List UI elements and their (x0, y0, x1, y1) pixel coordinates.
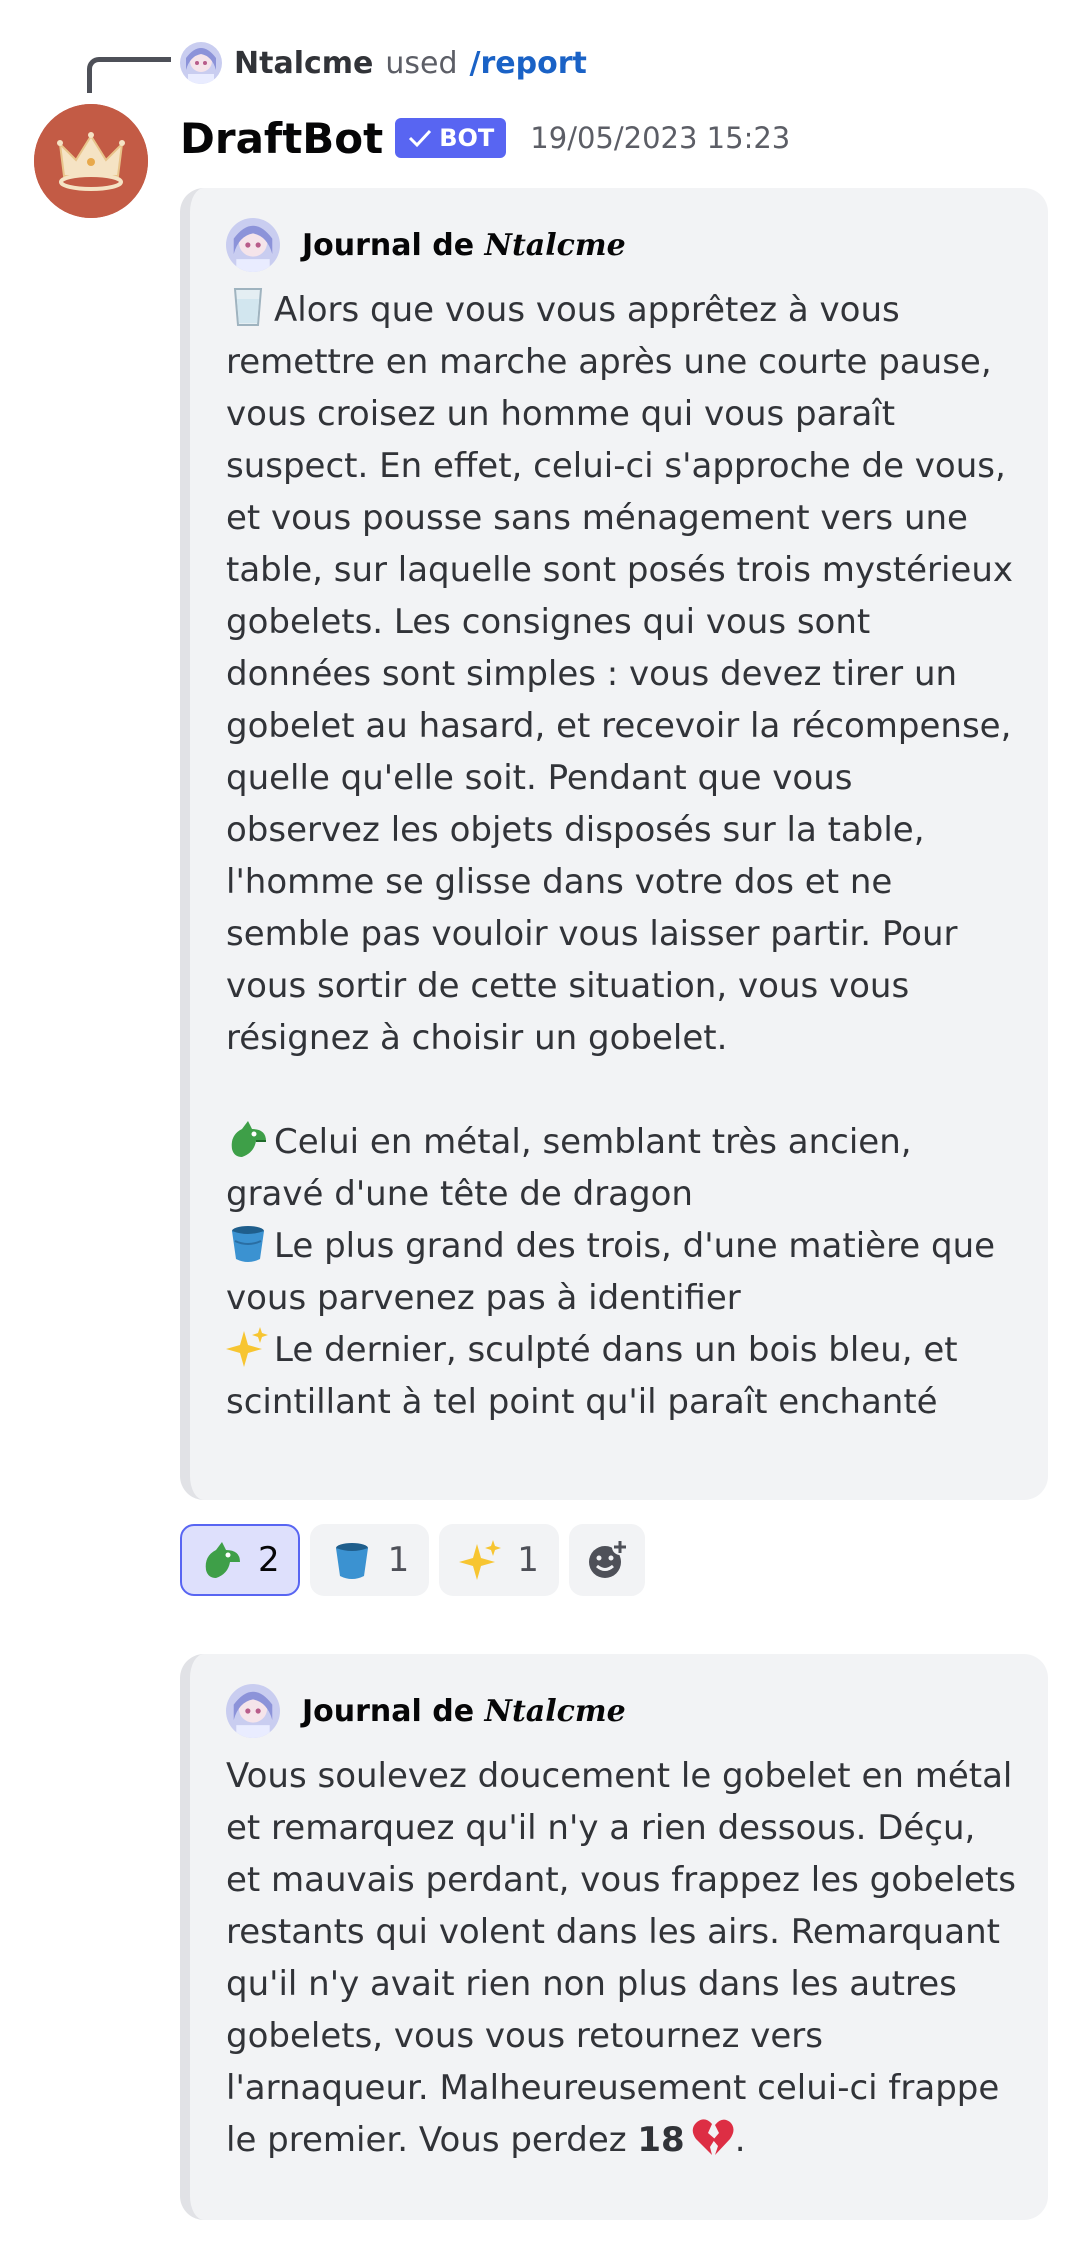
embed-author: Journal de Ntalcme (226, 1684, 1014, 1738)
reply-username[interactable]: Ntalcme (234, 46, 373, 81)
dragon-icon (205, 1542, 240, 1578)
message-header: DraftBot BOT 19/05/2023 15:23 (180, 108, 790, 168)
embed-author-avatar (226, 218, 280, 272)
event-intro-text: Alors que vous vous apprêtez à vous reme… (226, 290, 1014, 1058)
checkmark-icon (409, 129, 432, 148)
slash-command[interactable]: /report (470, 46, 587, 81)
embed-result: Journal de Ntalcme Vous soulevez douceme… (180, 1654, 1048, 2220)
reaction-sparkles[interactable]: 1 (439, 1524, 559, 1596)
broken-heart-icon (692, 2119, 734, 2155)
cup-icon (233, 288, 263, 326)
timestamp[interactable]: 19/05/2023 15:23 (530, 121, 790, 155)
option-dragon: Celui en métal, semblant très ancien, gr… (226, 1116, 1016, 1220)
bot-tag: BOT (395, 118, 507, 158)
bucket-icon (232, 1226, 264, 1262)
embed-author-name: Ntalcme (484, 227, 626, 263)
crown-icon (34, 104, 148, 218)
reply-used-text: used (385, 45, 458, 81)
option-bucket-text: Le plus grand des trois, d'une matière q… (226, 1226, 996, 1318)
sparkles-icon (226, 1327, 268, 1367)
reply-context[interactable]: Ntalcme used /report (180, 38, 587, 88)
option-sparkles: Le dernier, sculpté dans un bois bleu, e… (226, 1324, 1016, 1428)
embed-author-prefix: Journal de (302, 1693, 485, 1729)
result-amount: 18 (637, 2120, 685, 2160)
result-end: . (734, 2120, 746, 2160)
option-sparkles-text: Le dernier, sculpté dans un bois bleu, e… (226, 1330, 958, 1422)
embed-description: Vous soulevez doucement le gobelet en mé… (226, 1750, 1016, 2166)
dragon-icon (231, 1121, 266, 1157)
sparkles-icon (459, 1540, 502, 1580)
option-dragon-text: Celui en métal, semblant très ancien, gr… (226, 1122, 912, 1214)
bucket-icon (335, 1543, 368, 1579)
embed-description: Alors que vous vous apprêtez à vous reme… (226, 284, 1016, 1428)
user-avatar[interactable] (180, 42, 222, 84)
reaction-count: 1 (517, 1540, 539, 1580)
add-reaction-icon (588, 1539, 628, 1578)
bot-avatar[interactable] (34, 104, 148, 218)
reaction-count: 1 (387, 1540, 410, 1580)
result-text: Vous soulevez doucement le gobelet en mé… (226, 1750, 1016, 2166)
embed-author-name: Ntalcme (484, 1693, 626, 1729)
embed-author-avatar (226, 1684, 280, 1738)
add-reaction-button[interactable] (568, 1524, 645, 1596)
reaction-count: 2 (258, 1540, 280, 1580)
reaction-bucket[interactable]: 1 (309, 1524, 430, 1596)
event-intro: Alors que vous vous apprêtez à vous reme… (226, 284, 1016, 1064)
embed-author-prefix: Journal de (302, 227, 485, 263)
result-body: Vous soulevez doucement le gobelet en mé… (226, 1756, 1016, 2160)
embed-author-text: Journal de Ntalcme (302, 1694, 626, 1729)
reactions-bar: 2 1 1 (180, 1524, 645, 1596)
reply-connector (87, 57, 171, 93)
reaction-dragon[interactable]: 2 (180, 1524, 300, 1596)
embed-event: Journal de Ntalcme Alors que vous vous a… (180, 188, 1048, 1500)
bot-tag-label: BOT (439, 124, 495, 152)
option-bucket: Le plus grand des trois, d'une matière q… (226, 1220, 1016, 1324)
embed-author-text: Journal de Ntalcme (302, 228, 626, 263)
bot-name[interactable]: DraftBot (180, 114, 383, 163)
embed-author: Journal de Ntalcme (226, 218, 1014, 272)
